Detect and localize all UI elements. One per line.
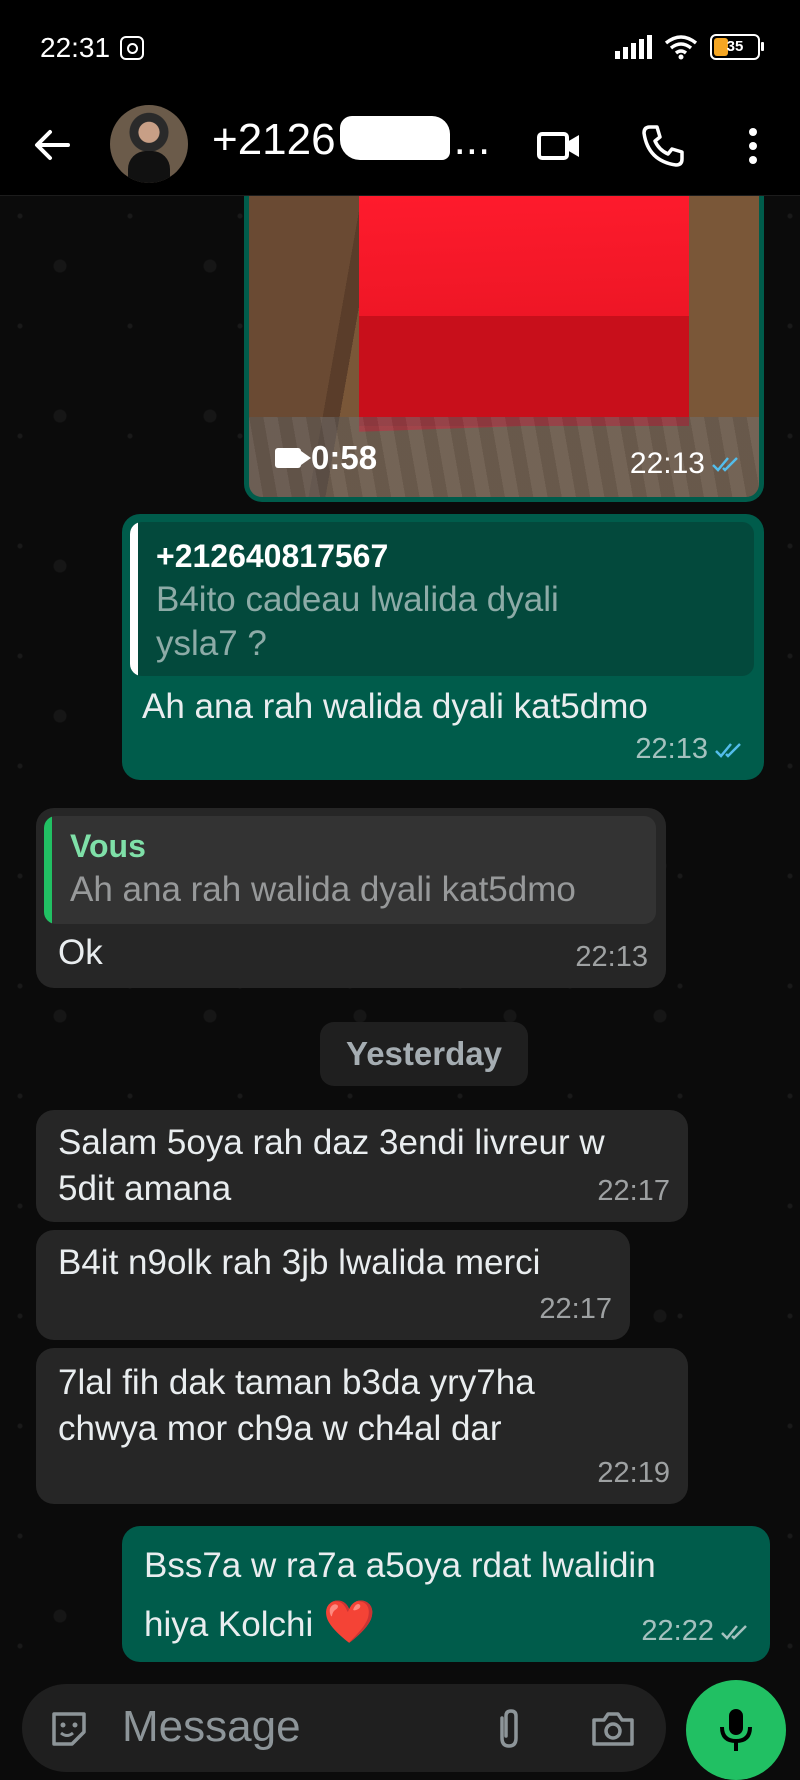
signal-icon xyxy=(615,35,652,59)
date-separator: Yesterday xyxy=(320,1022,528,1086)
video-message[interactable]: 0:58 22:13 xyxy=(244,196,764,502)
read-ticks-icon xyxy=(715,742,741,758)
message-time: 22:19 xyxy=(597,1457,670,1489)
more-options-icon[interactable] xyxy=(730,123,776,169)
message-time: 22:13 xyxy=(635,733,708,765)
message-placeholder: Message xyxy=(122,1702,301,1751)
battery-icon: 35 xyxy=(710,34,764,60)
quote-bar xyxy=(130,522,138,676)
contact-name[interactable]: +2126... xyxy=(212,115,490,165)
message-bubble-outgoing[interactable]: +212640817567 B4ito cadeau lwalida dyali… xyxy=(122,514,764,780)
video-camera-icon xyxy=(275,448,311,468)
contact-ellipsis: ... xyxy=(453,115,491,164)
message-meta: 22:22 xyxy=(641,1615,752,1648)
video-call-icon[interactable] xyxy=(536,123,582,169)
message-bubble-incoming[interactable]: 7lal fih dak taman b3da yry7ha chwya mor… xyxy=(36,1348,688,1504)
quote-author: +212640817567 xyxy=(156,538,389,574)
message-time: 22:17 xyxy=(597,1175,670,1207)
quote-text: Ah ana rah walida dyali kat5dmo xyxy=(70,870,576,909)
chat-header: +2126... xyxy=(0,95,800,196)
heart-emoji-icon: ❤️ xyxy=(323,1598,376,1645)
attach-icon[interactable] xyxy=(486,1706,532,1752)
message-meta: 22:19 xyxy=(597,1457,670,1490)
message-bubble-incoming[interactable]: Vous Ah ana rah walida dyali kat5dmo Ok … xyxy=(36,808,666,988)
message-meta: 22:17 xyxy=(597,1175,670,1208)
quote-bar xyxy=(44,816,52,924)
message-time: 22:13 xyxy=(575,941,648,973)
composer-bar: Message xyxy=(0,1678,800,1780)
delivered-ticks-icon xyxy=(721,1624,747,1640)
message-time: 22:22 xyxy=(641,1615,714,1647)
message-meta: 22:17 xyxy=(539,1293,612,1326)
instagram-notification-icon xyxy=(120,36,144,60)
voice-call-icon[interactable] xyxy=(640,123,686,169)
sticker-icon[interactable] xyxy=(46,1706,92,1752)
message-bubble-outgoing[interactable]: Bss7a w ra7a a5oya rdat lwalidin hiya Ko… xyxy=(122,1526,770,1662)
video-duration: 0:58 xyxy=(275,439,377,477)
mic-button[interactable] xyxy=(686,1680,786,1780)
wifi-icon xyxy=(664,35,698,60)
quote-text: B4ito cadeau lwalida dyali ysla7 ? xyxy=(156,580,559,663)
video-time-text: 22:13 xyxy=(629,447,705,480)
back-arrow-icon[interactable] xyxy=(30,123,74,167)
message-text: Salam 5oya rah daz 3endi livreur w 5dit … xyxy=(58,1123,605,1208)
message-text: Ah ana rah walida dyali kat5dmo xyxy=(142,687,648,726)
message-text-content: Bss7a w ra7a a5oya rdat lwalidin hiya Ko… xyxy=(144,1546,656,1644)
mic-icon xyxy=(720,1709,752,1751)
contact-number: +2126 xyxy=(212,115,336,164)
message-text: 7lal fih dak taman b3da yry7ha chwya mor… xyxy=(58,1363,535,1448)
message-bubble-incoming[interactable]: Salam 5oya rah daz 3endi livreur w 5dit … xyxy=(36,1110,688,1222)
contact-avatar[interactable] xyxy=(110,105,188,183)
message-text: B4it n9olk rah 3jb lwalida merci xyxy=(58,1243,541,1282)
status-time: 22:31 xyxy=(40,32,111,63)
camera-icon[interactable] xyxy=(590,1706,636,1752)
message-text: Bss7a w ra7a a5oya rdat lwalidin hiya Ko… xyxy=(144,1538,684,1653)
message-bubble-incoming[interactable]: B4it n9olk rah 3jb lwalida merci 22:17 xyxy=(36,1230,630,1340)
quoted-message[interactable]: Vous Ah ana rah walida dyali kat5dmo xyxy=(44,816,656,924)
redaction-mark xyxy=(339,116,450,160)
message-input[interactable]: Message xyxy=(22,1684,666,1772)
message-meta: 22:13 xyxy=(635,733,746,766)
video-timestamp: 22:13 xyxy=(630,447,743,481)
quote-author: Vous xyxy=(70,828,146,864)
message-time: 22:17 xyxy=(539,1293,612,1325)
video-duration-text: 0:58 xyxy=(311,439,378,476)
status-icons: 35 xyxy=(615,34,764,60)
read-ticks-icon xyxy=(712,457,738,472)
quoted-message[interactable]: +212640817567 B4ito cadeau lwalida dyali… xyxy=(130,522,754,676)
chat-area[interactable]: 0:58 22:13 +212640817567 B4ito cadeau lw… xyxy=(0,196,800,1678)
video-thumbnail-box-side xyxy=(359,316,689,426)
message-text: Ok xyxy=(58,933,103,972)
message-meta: 22:13 xyxy=(575,941,648,974)
status-bar: 22:31 35 xyxy=(0,0,800,95)
battery-level: 35 xyxy=(726,38,744,55)
